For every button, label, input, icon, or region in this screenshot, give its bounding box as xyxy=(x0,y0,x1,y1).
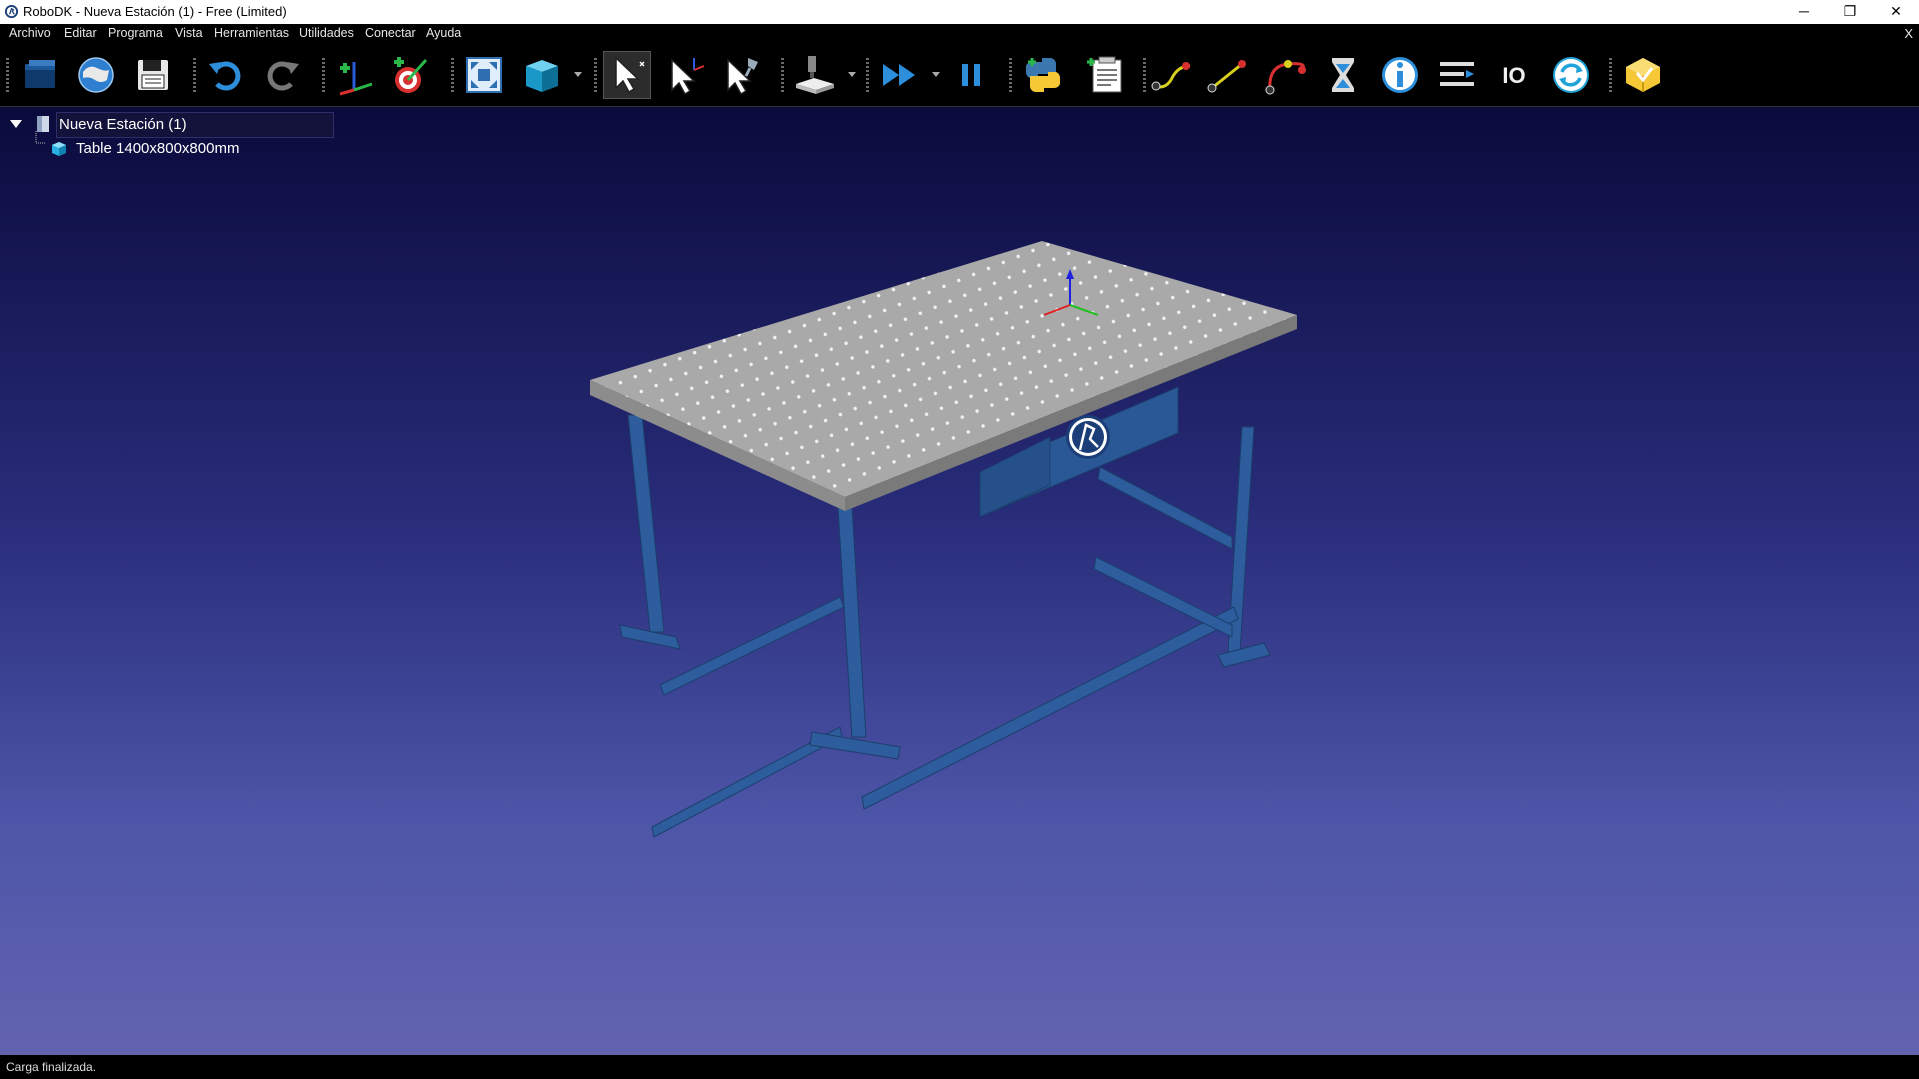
title-bar: RoboDK - Nueva Estación (1) - Free (Limi… xyxy=(0,0,1919,24)
menu-herramientas[interactable]: Herramientas xyxy=(214,26,289,40)
minimize-button[interactable]: ─ xyxy=(1781,0,1827,24)
toolbar-grip[interactable] xyxy=(1009,58,1012,92)
toolbar-grip[interactable] xyxy=(193,58,196,92)
toolbar-grip[interactable] xyxy=(1609,58,1612,92)
machining-dropdown-arrow[interactable] xyxy=(848,72,856,77)
redo-icon[interactable] xyxy=(259,52,305,98)
toolbar-grip[interactable] xyxy=(781,58,784,92)
menu-programa[interactable]: Programa xyxy=(108,26,163,40)
io-icon-label: IO xyxy=(1502,63,1525,88)
toolbar-grip[interactable] xyxy=(866,58,869,92)
pause-instruction-icon[interactable] xyxy=(1320,52,1366,98)
close-document-button[interactable]: X xyxy=(1904,26,1913,41)
menu-bar: Archivo Editar Programa Vista Herramient… xyxy=(0,24,1919,44)
online-library-icon[interactable] xyxy=(73,52,119,98)
add-python-program-icon[interactable] xyxy=(1020,52,1066,98)
add-reference-frame-icon[interactable] xyxy=(332,52,378,98)
table-3d-model[interactable] xyxy=(0,107,1919,1055)
view-dropdown-arrow[interactable] xyxy=(574,72,582,77)
io-icon[interactable]: IO xyxy=(1491,52,1537,98)
3d-viewport[interactable]: Nueva Estación (1) Table 1400x800x800mm xyxy=(0,107,1919,1055)
menu-utilidades[interactable]: Utilidades xyxy=(299,26,354,40)
refresh-icon[interactable] xyxy=(1548,52,1594,98)
move-linear-icon[interactable] xyxy=(1204,52,1250,98)
open-station-icon[interactable] xyxy=(17,52,63,98)
simulation-speed-dropdown[interactable] xyxy=(932,72,940,77)
toolbar-grip[interactable] xyxy=(322,58,325,92)
move-tool-icon[interactable] xyxy=(718,52,764,98)
status-text: Carga finalizada. xyxy=(6,1060,97,1074)
pause-icon[interactable] xyxy=(948,52,994,98)
select-icon[interactable] xyxy=(603,51,651,99)
toolbar-grip[interactable] xyxy=(1143,58,1146,92)
menu-editar[interactable]: Editar xyxy=(64,26,97,40)
robodk-logo xyxy=(1066,415,1110,459)
toolbar-grip[interactable] xyxy=(6,58,9,92)
fit-all-icon[interactable] xyxy=(461,52,507,98)
add-machining-project-icon[interactable] xyxy=(792,52,838,98)
menu-vista[interactable]: Vista xyxy=(175,26,203,40)
add-in-icon[interactable] xyxy=(1620,52,1666,98)
menu-ayuda[interactable]: Ayuda xyxy=(426,26,461,40)
main-toolbar: IO xyxy=(0,44,1919,107)
move-circular-icon[interactable] xyxy=(1262,52,1308,98)
toolbar-grip[interactable] xyxy=(451,58,454,92)
message-icon[interactable] xyxy=(1377,52,1423,98)
undo-icon[interactable] xyxy=(203,52,249,98)
run-simulation-icon[interactable] xyxy=(877,52,923,98)
add-target-icon[interactable] xyxy=(388,52,434,98)
status-bar: Carga finalizada. xyxy=(0,1055,1919,1079)
move-reference-icon[interactable] xyxy=(662,52,708,98)
table-top xyxy=(590,241,1297,511)
menu-archivo[interactable]: Archivo xyxy=(9,26,51,40)
close-button[interactable]: ✕ xyxy=(1873,0,1919,24)
save-icon[interactable] xyxy=(130,52,176,98)
program-call-icon[interactable] xyxy=(1434,52,1480,98)
maximize-button[interactable]: ❐ xyxy=(1827,0,1873,24)
window-title: RoboDK - Nueva Estación (1) - Free (Limi… xyxy=(23,4,287,19)
move-joint-icon[interactable] xyxy=(1148,52,1194,98)
robodk-app-icon xyxy=(4,4,19,19)
add-program-icon[interactable] xyxy=(1083,52,1129,98)
view-cube-icon[interactable] xyxy=(518,52,564,98)
menu-conectar[interactable]: Conectar xyxy=(365,26,416,40)
toolbar-grip[interactable] xyxy=(594,58,597,92)
